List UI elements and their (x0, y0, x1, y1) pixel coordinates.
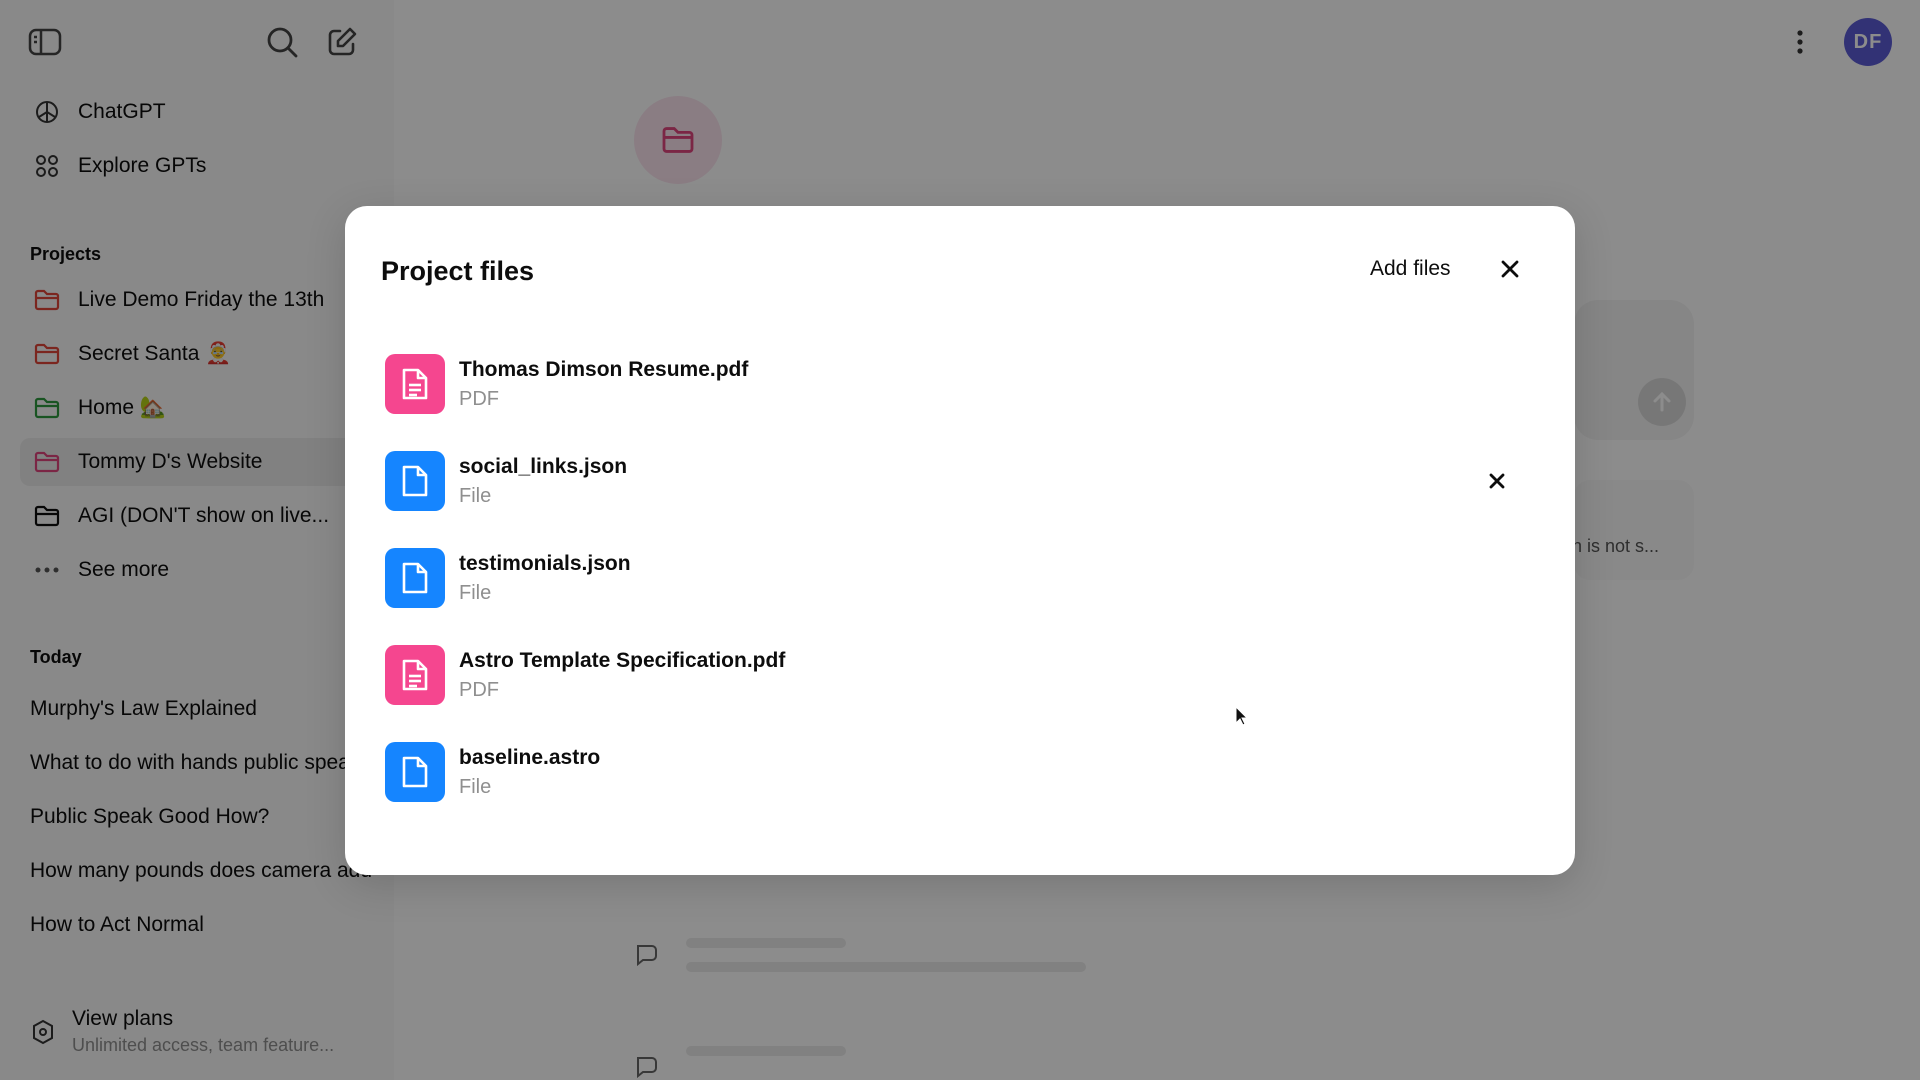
file-type: PDF (459, 387, 499, 410)
add-files-button[interactable]: Add files (1345, 242, 1476, 296)
pdf-file-icon (385, 354, 445, 414)
file-row[interactable]: Astro Template Specification.pdf PDF (385, 635, 1535, 715)
file-name: testimonials.json (459, 551, 631, 575)
file-name: baseline.astro (459, 745, 601, 769)
dialog-title: Project files (381, 256, 535, 286)
file-icon (385, 742, 445, 802)
close-button[interactable] (1489, 248, 1531, 290)
file-row[interactable]: Thomas Dimson Resume.pdf PDF (385, 344, 1535, 424)
file-row[interactable]: baseline.astro File (385, 732, 1535, 812)
file-row[interactable]: testimonials.json File (385, 538, 1535, 618)
file-type: File (459, 581, 492, 604)
mouse-cursor-icon (1235, 705, 1249, 731)
file-row[interactable]: social_links.json File (385, 441, 1535, 521)
file-name: social_links.json (459, 454, 628, 478)
pdf-file-icon (385, 645, 445, 705)
remove-file-button[interactable] (1477, 461, 1517, 501)
file-type: File (459, 484, 492, 507)
file-icon (385, 548, 445, 608)
close-icon (1488, 472, 1506, 490)
file-icon (385, 451, 445, 511)
file-name: Astro Template Specification.pdf (459, 648, 786, 672)
close-icon (1500, 259, 1520, 279)
file-type: File (459, 775, 492, 798)
project-files-dialog: Project files Add files Thomas Dimson Re… (345, 206, 1575, 875)
file-name: Thomas Dimson Resume.pdf (459, 357, 749, 381)
file-type: PDF (459, 678, 499, 701)
